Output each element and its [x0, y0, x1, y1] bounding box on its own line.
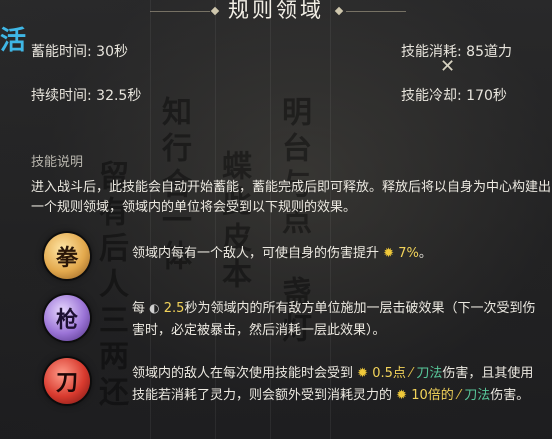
- duration: 持续时间: 32.5秒: [31, 88, 142, 104]
- rule-tag: 刀法: [464, 388, 491, 403]
- rule-text-part: 伤害。: [490, 388, 530, 403]
- rule-text-part: 领域内每有一个敌人，可使自身的伤害提升: [132, 246, 380, 261]
- blade-icon: ⁄: [457, 388, 461, 403]
- skill-cost: 技能消耗: 85道力: [401, 44, 512, 60]
- sun-icon: ✹: [383, 246, 395, 261]
- sun-icon: ✹: [357, 366, 369, 381]
- rule-text-part: 秒为领域内的所有敌方单位施加一层击破效果（下一次受到伤害时，必定被暴击，然后消耗…: [132, 301, 536, 338]
- fist-badge-icon: 拳: [44, 233, 90, 279]
- description-label: 技能说明: [31, 155, 84, 170]
- rule-value: 0.5点: [372, 366, 406, 381]
- rule-value: 2.5: [163, 301, 185, 316]
- page-title: 规则领域: [228, 0, 324, 22]
- rule-value: 10倍的: [411, 388, 454, 403]
- rule-text-part: 每: [132, 301, 146, 316]
- sun-icon: ✹: [396, 388, 408, 403]
- cooldown: 技能冷却: 170秒: [401, 88, 507, 104]
- rule-row: 刀 领域内的敌人在每次使用技能时会受到 ✹ 0.5点 ⁄ 刀法伤害，且其使用技能…: [44, 358, 544, 428]
- charge-time: 蓄能时间: 30秒: [31, 44, 128, 60]
- spear-badge-icon: 枪: [44, 295, 90, 341]
- rule-row: 枪 每 ◐ 2.5秒为领域内的所有敌方单位施加一层击破效果（下一次受到伤害时，必…: [44, 295, 544, 345]
- rule-text: 每 ◐ 2.5秒为领域内的所有敌方单位施加一层击破效果（下一次受到伤害时，必定被…: [132, 297, 544, 342]
- moon-icon: ◐: [149, 301, 160, 315]
- blade-badge-icon: 刀: [44, 358, 90, 404]
- rule-tag: 刀法: [416, 366, 443, 381]
- rule-text: 领域内的敌人在每次使用技能时会受到 ✹ 0.5点 ⁄ 刀法伤害，且其使用技能若消…: [132, 363, 544, 407]
- rule-text: 领域内每有一个敌人，可使自身的伤害提升 ✹ 7%。: [132, 243, 544, 265]
- rule-value: 7%: [398, 246, 419, 261]
- corner-glyph: 活: [0, 26, 27, 56]
- description-text: 进入战斗后，此技能会自动开始蓄能，蓄能完成后即可释放。释放后将以自身为中心构建出…: [31, 180, 552, 215]
- skill-panel: 明台与点一盏灯 知行合一体 留有后人三两还 蝶此皮本 规则领域 活 ✕ 蓄能时间…: [0, 0, 552, 439]
- rule-text-part: 领域内的敌人在每次使用技能时会受到: [132, 366, 354, 381]
- blade-icon: ⁄: [410, 366, 413, 381]
- rule-text-part: 。: [418, 246, 432, 261]
- rule-row: 拳 领域内每有一个敌人，可使自身的伤害提升 ✹ 7%。: [44, 233, 544, 281]
